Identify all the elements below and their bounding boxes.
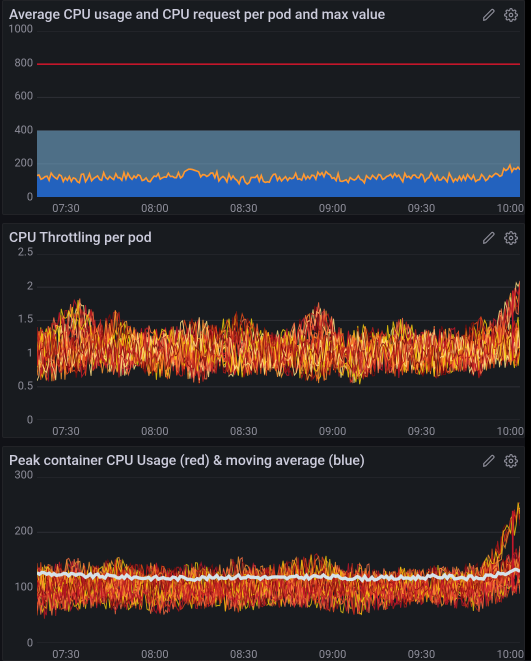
gear-icon[interactable] — [504, 231, 518, 245]
panel-title: CPU Throttling per pod — [9, 230, 482, 246]
y-axis-labels: 00.511.522.5 — [3, 252, 37, 420]
pencil-icon[interactable] — [482, 454, 496, 468]
panel-actions — [482, 454, 518, 468]
panel-header[interactable]: CPU Throttling per pod — [3, 224, 524, 252]
chart-area[interactable]: 02004006008001000 07:3008:0008:3009:0009… — [3, 29, 524, 215]
panel-header[interactable]: Peak container CPU Usage (red) & moving … — [3, 447, 524, 475]
panel-cpu-throttling: CPU Throttling per pod 00.511.522.5 07:3… — [2, 223, 525, 438]
plot[interactable] — [37, 477, 520, 643]
chart-area[interactable]: 0100200300 07:3008:0008:3009:0009:3010:0… — [3, 475, 524, 661]
plot[interactable] — [37, 31, 520, 197]
x-axis-labels: 07:3008:0008:3009:0009:3010:00 — [37, 422, 520, 438]
x-axis-labels: 07:3008:0008:3009:0009:3010:00 — [37, 645, 520, 661]
y-axis-labels: 02004006008001000 — [3, 29, 37, 197]
pencil-icon[interactable] — [482, 8, 496, 22]
gear-icon[interactable] — [504, 454, 518, 468]
panel-actions — [482, 231, 518, 245]
panel-title: Average CPU usage and CPU request per po… — [9, 7, 482, 23]
panel-header[interactable]: Average CPU usage and CPU request per po… — [3, 1, 524, 29]
plot[interactable] — [37, 254, 520, 420]
pencil-icon[interactable] — [482, 231, 496, 245]
gear-icon[interactable] — [504, 8, 518, 22]
chart-area[interactable]: 00.511.522.5 07:3008:0008:3009:0009:3010… — [3, 252, 524, 438]
y-axis-labels: 0100200300 — [3, 475, 37, 643]
vertical-scrollbar[interactable] — [525, 0, 531, 660]
panel-peak-cpu: Peak container CPU Usage (red) & moving … — [2, 446, 525, 661]
x-axis-labels: 07:3008:0008:3009:0009:3010:00 — [37, 199, 520, 215]
panel-actions — [482, 8, 518, 22]
panel-title: Peak container CPU Usage (red) & moving … — [9, 453, 482, 469]
panel-cpu-usage-request: Average CPU usage and CPU request per po… — [2, 0, 525, 215]
